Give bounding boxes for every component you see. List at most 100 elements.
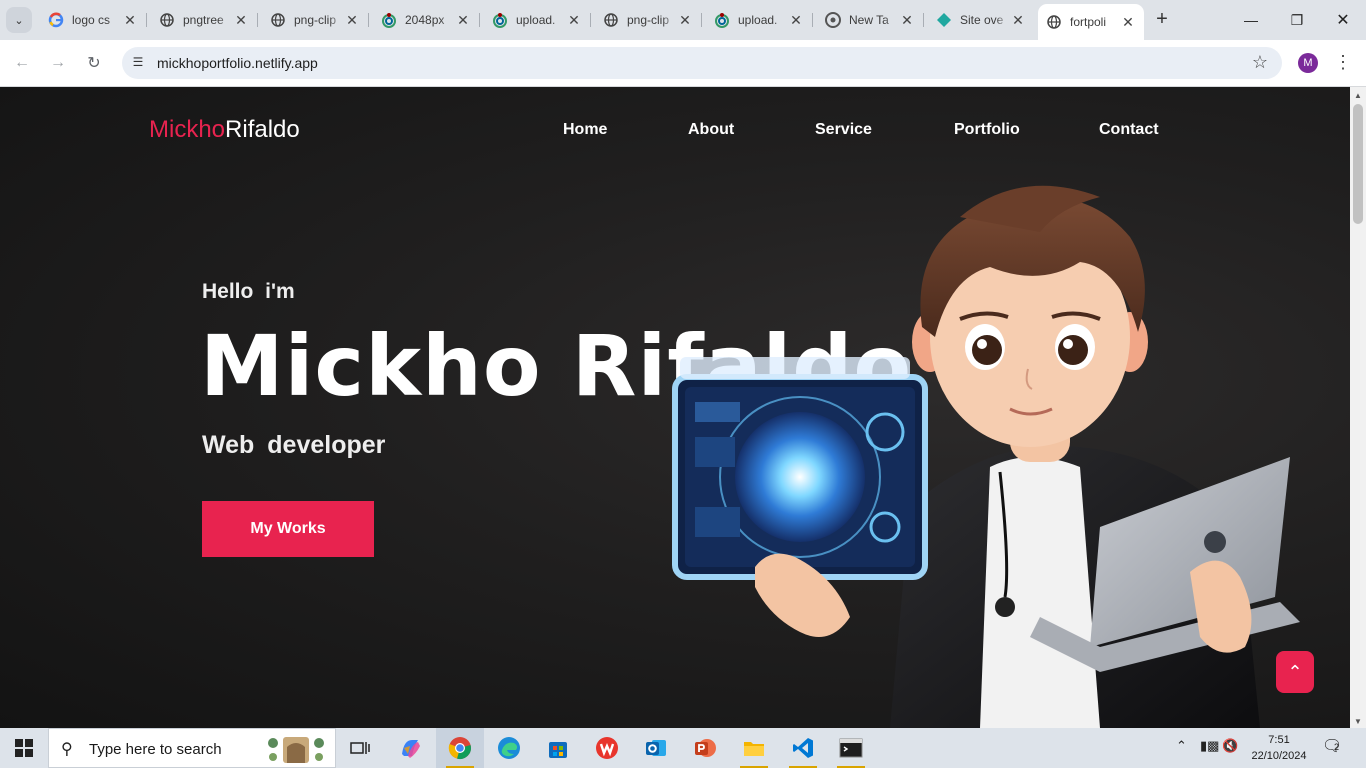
browser-tab[interactable]: pngtree ✕ bbox=[151, 6, 258, 34]
browser-tab[interactable]: Site ove ✕ bbox=[928, 6, 1034, 34]
close-icon[interactable]: ✕ bbox=[344, 12, 360, 29]
url-text[interactable]: mickhoportfolio.netlify.app bbox=[157, 55, 318, 71]
logo-first: Mickho bbox=[149, 116, 226, 143]
taskbar-chrome[interactable] bbox=[436, 728, 484, 768]
taskbar-store[interactable] bbox=[534, 728, 582, 768]
browser-tab[interactable]: 2048px ✕ bbox=[373, 6, 480, 34]
my-works-button[interactable]: My Works bbox=[202, 501, 374, 557]
battery-icon[interactable]: ▮▩ bbox=[1200, 738, 1219, 754]
tab-title: fortpoli bbox=[1070, 15, 1107, 29]
wps-office-icon bbox=[596, 737, 618, 759]
start-button[interactable] bbox=[0, 728, 48, 768]
speaker-muted-icon[interactable]: 🔇 bbox=[1222, 738, 1238, 754]
tab-search-button[interactable]: ⌄ bbox=[6, 7, 32, 33]
taskbar-terminal[interactable] bbox=[827, 728, 875, 768]
search-highlight-illustration-icon bbox=[268, 737, 324, 763]
browser-tab[interactable]: logo cs ✕ bbox=[40, 6, 147, 34]
close-icon[interactable]: ✕ bbox=[788, 12, 804, 29]
new-tab-button[interactable]: + bbox=[1150, 8, 1174, 32]
close-icon: ✕ bbox=[1336, 12, 1350, 29]
profile-avatar[interactable]: M bbox=[1298, 53, 1318, 73]
hero-illustration bbox=[672, 185, 1300, 728]
site-logo[interactable]: MickhoRifaldo bbox=[149, 116, 300, 144]
wikimedia-icon bbox=[492, 12, 508, 28]
browser-tab[interactable]: png-clip ✕ bbox=[595, 6, 702, 34]
chevron-up-icon: ⌃ bbox=[1287, 661, 1303, 682]
taskbar-outlook[interactable] bbox=[632, 728, 680, 768]
netlify-icon bbox=[936, 12, 952, 28]
scroll-to-top-button[interactable]: ⌃ bbox=[1276, 651, 1314, 693]
browser-tab-active[interactable]: fortpoli ✕ bbox=[1038, 4, 1144, 40]
copilot-icon bbox=[402, 740, 420, 758]
taskbar-vscode[interactable] bbox=[779, 728, 827, 768]
scroll-up-arrow-icon[interactable]: ▲ bbox=[1354, 91, 1362, 100]
arrow-right-icon: → bbox=[50, 54, 66, 71]
taskbar-edge[interactable] bbox=[485, 728, 533, 768]
folder-icon bbox=[744, 742, 764, 756]
tab-title: 2048px bbox=[405, 13, 445, 27]
scroll-down-arrow-icon[interactable]: ▼ bbox=[1354, 717, 1362, 726]
taskbar-wps[interactable] bbox=[583, 728, 631, 768]
chrome-icon bbox=[825, 12, 841, 28]
tab-title: Site ove bbox=[960, 13, 1004, 27]
notification-center-button[interactable]: 🗨 2 bbox=[1322, 736, 1342, 756]
globe-icon bbox=[159, 12, 175, 28]
windows-icon bbox=[15, 739, 33, 757]
clock-time: 7:51 bbox=[1268, 734, 1290, 746]
nav-contact[interactable]: Contact bbox=[1099, 121, 1159, 139]
wikimedia-icon bbox=[381, 12, 397, 28]
tab-title: pngtree bbox=[183, 13, 224, 27]
nav-about[interactable]: About bbox=[688, 121, 734, 139]
logo-second: Rifaldo bbox=[225, 116, 300, 143]
minimize-button[interactable]: — bbox=[1228, 0, 1274, 40]
menu-icon[interactable]: ⋮ bbox=[1334, 51, 1352, 75]
nav-portfolio[interactable]: Portfolio bbox=[954, 121, 1020, 139]
taskbar-powerpoint[interactable] bbox=[681, 728, 729, 768]
taskbar-file-explorer[interactable] bbox=[730, 728, 778, 768]
wikimedia-icon bbox=[714, 12, 730, 28]
close-icon[interactable]: ✕ bbox=[677, 12, 693, 29]
reload-button[interactable]: ↻ bbox=[81, 50, 107, 76]
close-icon[interactable]: ✕ bbox=[1120, 14, 1136, 31]
tab-title: logo cs bbox=[72, 13, 111, 27]
back-button[interactable]: ← bbox=[9, 50, 35, 76]
close-icon[interactable]: ✕ bbox=[233, 12, 249, 29]
browser-tab[interactable]: upload. ✕ bbox=[706, 6, 813, 34]
site-info-icon[interactable]: ☰ bbox=[130, 55, 146, 71]
terminal-icon bbox=[839, 738, 863, 758]
task-view-button[interactable] bbox=[336, 728, 384, 768]
hero-role: Web developer bbox=[202, 431, 386, 459]
nav-home[interactable]: Home bbox=[563, 121, 607, 139]
globe-icon bbox=[603, 12, 619, 28]
reload-icon: ↻ bbox=[87, 55, 101, 72]
close-window-button[interactable]: ✕ bbox=[1320, 0, 1366, 40]
taskbar-copilot[interactable] bbox=[386, 728, 434, 768]
chrome-icon bbox=[448, 737, 471, 759]
close-icon[interactable]: ✕ bbox=[455, 12, 471, 29]
close-icon[interactable]: ✕ bbox=[1010, 12, 1026, 29]
bookmark-star-icon[interactable]: ☆ bbox=[1252, 52, 1268, 73]
tab-title: png-clip bbox=[294, 13, 337, 27]
tab-title: upload. bbox=[738, 13, 778, 27]
taskbar-search-box[interactable]: ⚲ Type here to search bbox=[48, 728, 336, 768]
scroll-thumb[interactable] bbox=[1353, 104, 1363, 224]
nav-service[interactable]: Service bbox=[815, 121, 872, 139]
page-scrollbar[interactable]: ▲ ▼ bbox=[1350, 87, 1366, 728]
browser-tab[interactable]: New Ta ✕ bbox=[817, 6, 924, 34]
browser-tab[interactable]: upload. ✕ bbox=[484, 6, 591, 34]
arrow-left-icon: ← bbox=[14, 54, 30, 71]
tab-strip: ⌄ logo cs ✕ pngtree ✕ png-clip ✕ 2048px … bbox=[0, 0, 1366, 40]
browser-tab[interactable]: png-clip ✕ bbox=[262, 6, 369, 34]
omnibox[interactable]: ☰ mickhoportfolio.netlify.app ☆ bbox=[122, 47, 1282, 79]
forward-button[interactable]: → bbox=[45, 50, 71, 76]
close-icon[interactable]: ✕ bbox=[122, 12, 138, 29]
chevron-down-icon: ⌄ bbox=[14, 14, 24, 27]
google-icon bbox=[48, 12, 64, 28]
restore-button[interactable]: ❐ bbox=[1274, 0, 1320, 40]
search-icon: ⚲ bbox=[61, 741, 73, 758]
close-icon[interactable]: ✕ bbox=[899, 12, 915, 29]
hologram-tablet-graphic bbox=[672, 357, 928, 580]
taskbar-clock[interactable]: 7:51 22/10/2024 bbox=[1246, 732, 1312, 764]
close-icon[interactable]: ✕ bbox=[566, 12, 582, 29]
tray-overflow-chevron-icon[interactable]: ⌃ bbox=[1176, 738, 1187, 754]
